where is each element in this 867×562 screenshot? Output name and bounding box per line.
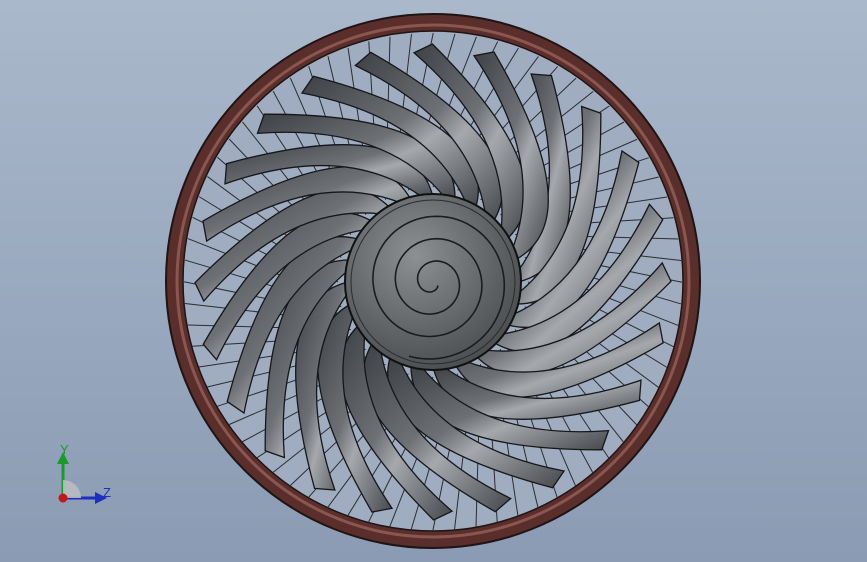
- x-axis-origin: [58, 493, 68, 503]
- triad-svg: [57, 452, 107, 504]
- orientation-triad[interactable]: Y Z: [45, 440, 125, 510]
- y-axis-label: Y: [60, 442, 69, 457]
- graphics-viewport[interactable]: Y Z: [0, 0, 867, 562]
- z-axis-label: Z: [103, 485, 111, 500]
- hub[interactable]: [344, 193, 522, 371]
- fan-impeller-model[interactable]: [0, 0, 867, 562]
